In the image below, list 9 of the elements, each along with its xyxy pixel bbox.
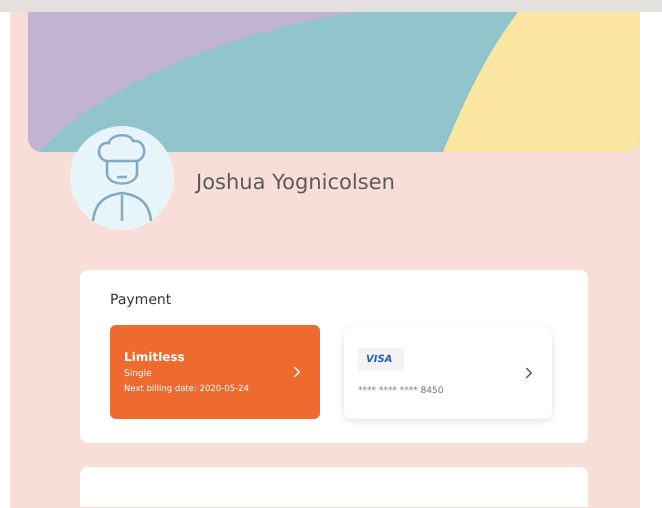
credit-card[interactable]: VISA **** **** **** 8450 [344,327,552,419]
next-billing-date: Next billing date: 2020-05-24 [124,383,249,396]
profile-name: Joshua Yognicolsen [196,169,395,196]
payment-title: Payment [110,291,172,310]
plan-type: Single [124,368,153,381]
subscription-card[interactable]: Limitless Single Next billing date: 2020-05-24 [110,325,320,419]
plan-name: Limitless [124,348,186,366]
card-brand-logo: VISA [358,348,404,371]
card-number: **** **** **** 8450 [358,384,444,398]
